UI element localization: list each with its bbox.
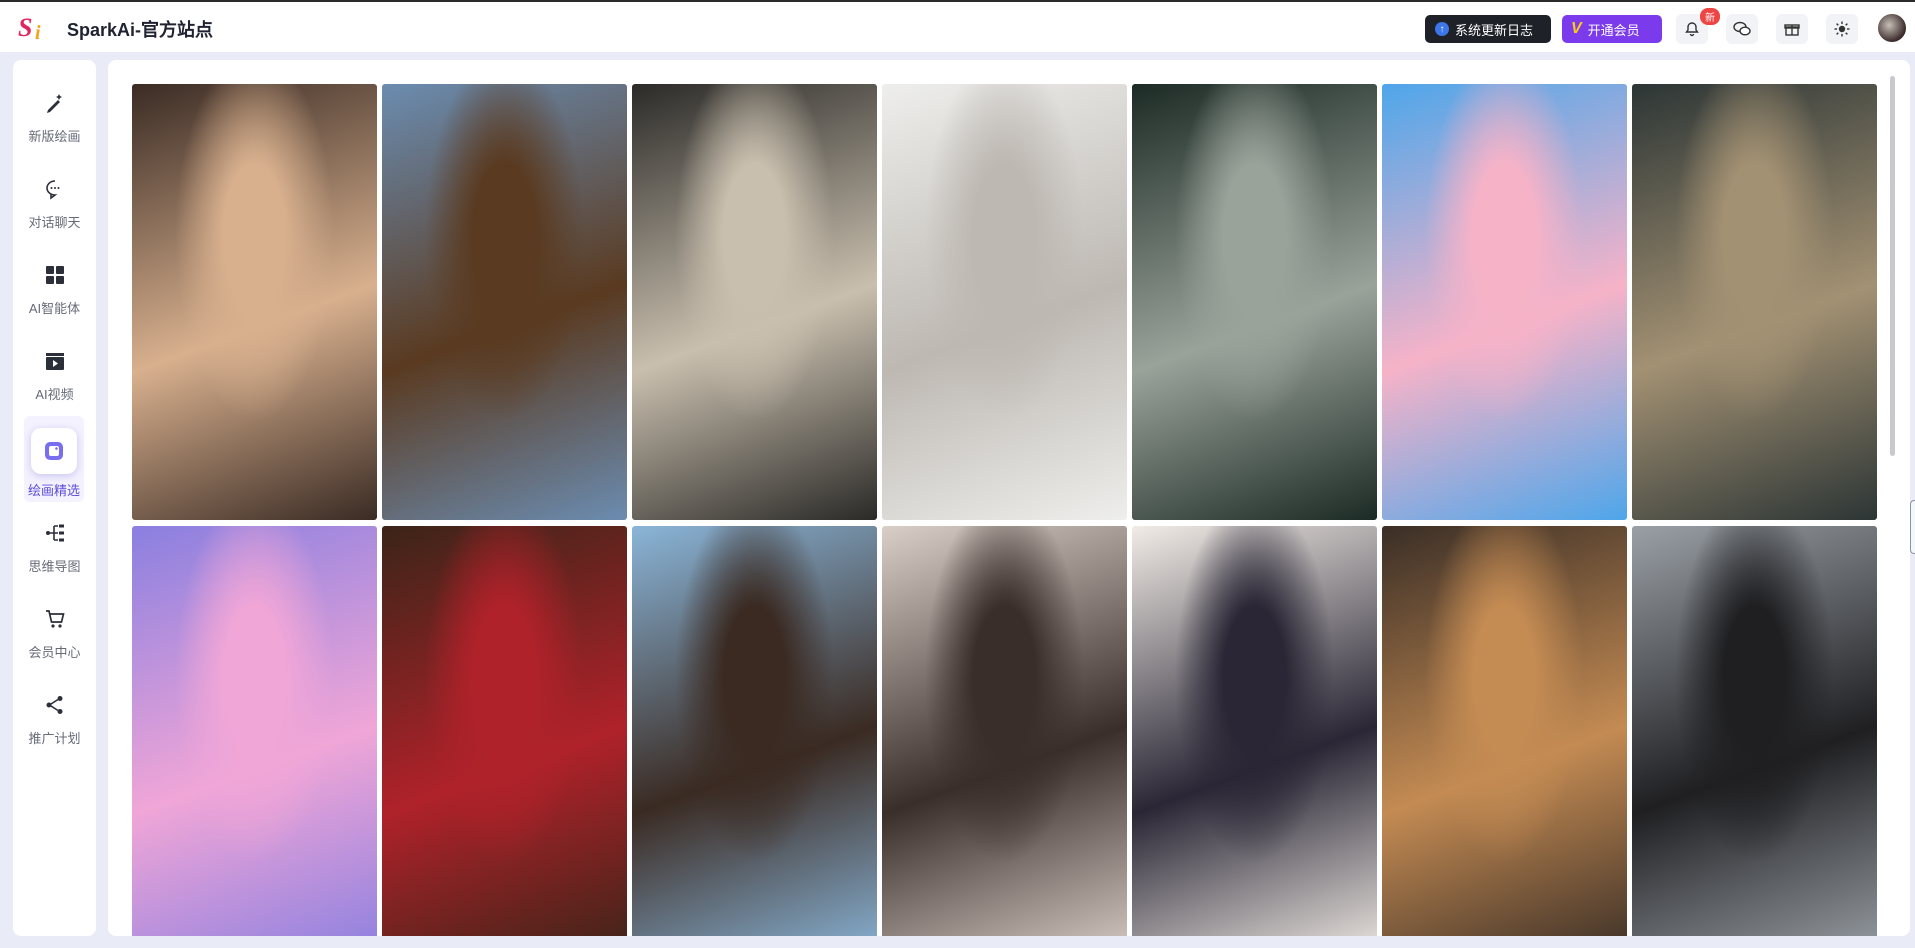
sidebar-item-ai-agents[interactable]: AI智能体 xyxy=(13,244,96,330)
sidebar-item-chat[interactable]: 对话聊天 xyxy=(13,158,96,244)
anime-demon-girl-flowers-image xyxy=(1132,526,1377,936)
gallery-image-card[interactable] xyxy=(132,526,377,936)
woman-black-dress-shadows-image xyxy=(1632,526,1877,936)
gallery-image-card[interactable] xyxy=(1132,84,1377,520)
gallery-image-card[interactable] xyxy=(1632,526,1877,936)
gallery-image-card[interactable] xyxy=(1382,84,1627,520)
sparkai-logo[interactable]: S i xyxy=(18,12,52,44)
wechat-icon xyxy=(1733,21,1751,36)
clapperboard-icon xyxy=(42,348,68,374)
wechat-button[interactable] xyxy=(1726,14,1758,44)
sidebar-item-label: 绘画精选 xyxy=(27,483,80,498)
woman-ponytail-branches-image xyxy=(882,526,1127,936)
new-badge: 新 xyxy=(1700,8,1720,25)
vip-button[interactable]: V 开通会员 xyxy=(1562,15,1662,43)
vip-icon: V xyxy=(1571,20,1582,37)
changelog-button[interactable]: ↑ 系统更新日志 xyxy=(1425,15,1551,43)
woman-window-light-image xyxy=(1632,84,1877,520)
changelog-label: 系统更新日志 xyxy=(1455,22,1534,38)
gallery-image-card[interactable] xyxy=(382,84,627,520)
gallery-image-card[interactable] xyxy=(1132,526,1377,936)
gallery-image-card[interactable] xyxy=(132,84,377,520)
image-gallery-icon xyxy=(31,428,77,474)
gift-button[interactable] xyxy=(1776,14,1808,44)
sidebar-item-label: 推广计划 xyxy=(28,731,81,746)
sidebar-item-label: AI智能体 xyxy=(28,301,81,316)
sidebar-item-label: 对话聊天 xyxy=(28,215,81,230)
gallery-image-card[interactable] xyxy=(1382,526,1627,936)
woman-beach-wind-image xyxy=(632,526,877,936)
sun-icon xyxy=(1834,21,1850,37)
top-bar: S i SparkAi-官方站点 ↑ 系统更新日志 V 开通会员 新 xyxy=(0,0,1915,52)
sidebar-item-drawing-gallery[interactable]: 绘画精选 xyxy=(24,416,84,502)
sidebar-item-referral[interactable]: 推广计划 xyxy=(13,674,96,760)
woman-white-veil-image xyxy=(882,84,1127,520)
sidebar-item-label: 思维导图 xyxy=(28,559,81,574)
woman-glasses-cafe-image xyxy=(1382,526,1627,936)
chat-bubble-icon xyxy=(42,176,68,202)
sidebar-item-label: 会员中心 xyxy=(28,645,81,660)
sidebar: 新版绘画 对话聊天 AI智能体 AI视频 绘画精选 思维导图 会员中心 推广计划 xyxy=(13,60,96,936)
gallery-image-card[interactable] xyxy=(882,84,1127,520)
user-avatar[interactable] xyxy=(1876,12,1908,44)
portrait-woman-sunset-image xyxy=(132,84,377,520)
woman-red-christmas-image xyxy=(382,526,627,936)
mindmap-icon xyxy=(42,520,68,546)
svg-text:S: S xyxy=(18,13,32,42)
cart-icon xyxy=(42,606,68,632)
gallery-image-card[interactable] xyxy=(882,526,1127,936)
gallery-image-card[interactable] xyxy=(632,84,877,520)
anime-girl-sunflowers-image xyxy=(1382,84,1627,520)
sidebar-item-new-drawing[interactable]: 新版绘画 xyxy=(13,72,96,158)
sidebar-item-ai-video[interactable]: AI视频 xyxy=(13,330,96,416)
vip-label: 开通会员 xyxy=(1587,22,1640,38)
theme-toggle-button[interactable] xyxy=(1826,14,1858,44)
grid-apps-icon xyxy=(42,262,68,288)
sidebar-item-label: 新版绘画 xyxy=(28,129,81,144)
sidebar-item-membership[interactable]: 会员中心 xyxy=(13,588,96,674)
bell-icon xyxy=(1685,22,1699,37)
gift-icon xyxy=(1784,24,1800,36)
arrow-up-icon: ↑ xyxy=(1435,22,1449,36)
rainbow-hair-girl-image xyxy=(132,526,377,936)
woman-dark-water-image xyxy=(1132,84,1377,520)
horse-galloping-image xyxy=(382,84,627,520)
site-brand[interactable]: SparkAi-官方站点 xyxy=(67,16,213,42)
sidebar-item-mind-map[interactable]: 思维导图 xyxy=(13,502,96,588)
side-drawer-handle[interactable] xyxy=(1910,500,1915,554)
loft-interior-image xyxy=(632,84,877,520)
pen-sparkle-icon xyxy=(42,90,68,116)
share-icon xyxy=(42,692,68,718)
gallery-panel xyxy=(108,60,1910,936)
gallery-image-card[interactable] xyxy=(1632,84,1877,520)
image-grid xyxy=(132,84,1878,936)
sidebar-item-label: AI视频 xyxy=(35,387,74,402)
gallery-image-card[interactable] xyxy=(382,526,627,936)
gallery-image-card[interactable] xyxy=(632,526,877,936)
vertical-scrollbar[interactable] xyxy=(1890,76,1895,456)
svg-text:i: i xyxy=(35,22,41,44)
